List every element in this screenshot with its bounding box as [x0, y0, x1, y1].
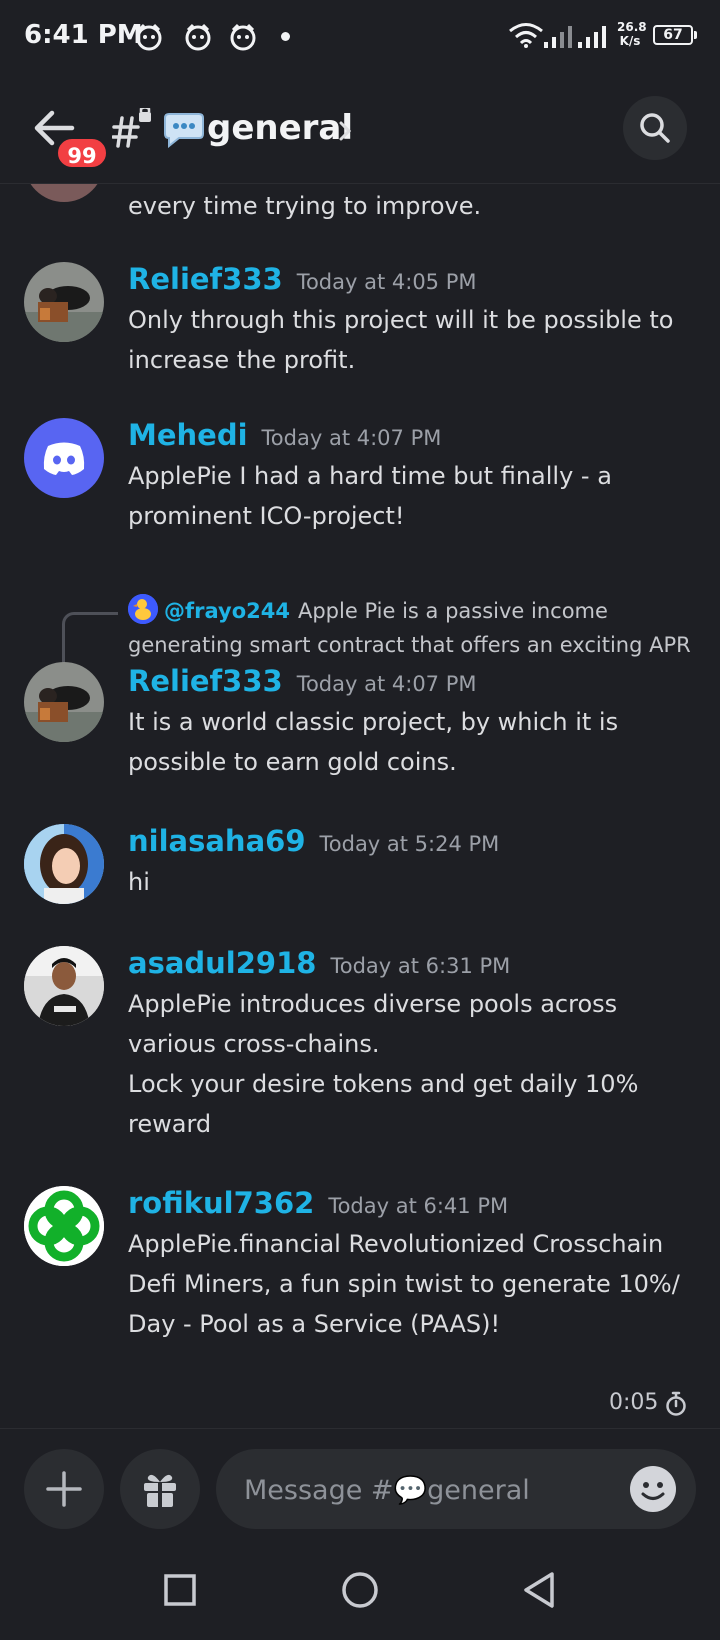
status-bar: 6:41 PM 26.8 K/s 67 [0, 0, 720, 76]
reply-author[interactable]: @frayo244 [164, 599, 290, 623]
reply-avatar [128, 594, 158, 624]
battery-indicator: 67 [653, 25, 697, 45]
message-line: ApplePie introduces diverse pools across… [128, 990, 618, 1058]
message-header: rofikul7362 Today at 6:41 PM [128, 1186, 508, 1220]
wifi-icon [509, 23, 543, 48]
author-name[interactable]: asadul2918 [128, 946, 316, 980]
plus-icon [46, 1471, 82, 1507]
timestamp: Today at 6:31 PM [330, 954, 511, 978]
search-button[interactable] [623, 96, 687, 160]
message-header: Mehedi Today at 4:07 PM [128, 418, 441, 452]
avatar[interactable] [24, 418, 104, 498]
emoji-button[interactable] [630, 1466, 676, 1512]
dog-photo-avatar-icon [24, 262, 104, 342]
channel-header: 99 general [0, 86, 720, 184]
signal-1-icon [544, 26, 572, 48]
message-list[interactable]: every time trying to improve. Relief333 T… [0, 184, 720, 1429]
home-icon[interactable] [338, 1568, 382, 1612]
message-text: It is a world classic project, by which … [128, 708, 619, 776]
author-name[interactable]: Relief333 [128, 262, 283, 296]
unread-badge: 99 [55, 136, 109, 170]
channel-name[interactable]: general [207, 108, 353, 148]
message-header: asadul2918 Today at 6:31 PM [128, 946, 510, 980]
back-triangle-icon[interactable] [518, 1568, 562, 1612]
speech-bubble-icon [164, 113, 204, 148]
message-text: ApplePie.financial Revolutionized Crossc… [128, 1230, 680, 1338]
system-navigation-bar [0, 1540, 720, 1640]
avatar[interactable] [24, 1186, 104, 1266]
app-notification-icon [185, 23, 211, 51]
avatar[interactable] [24, 824, 104, 904]
timestamp: Today at 4:07 PM [261, 426, 442, 450]
smiley-icon [641, 1482, 665, 1500]
message-line: Lock your desire tokens and get daily 10… [128, 1070, 639, 1138]
recent-apps-icon[interactable] [158, 1568, 202, 1612]
avatar[interactable] [24, 662, 104, 742]
stopwatch-icon [666, 1391, 686, 1416]
discord-logo-icon [43, 442, 85, 475]
author-name[interactable]: Mehedi [128, 418, 248, 452]
channel-hash-icon [112, 108, 151, 148]
message-header: Relief333 Today at 4:07 PM [128, 664, 477, 698]
reply-preview[interactable]: @frayo244 Apple Pie is a passive income g… [128, 594, 698, 662]
message-text: Only through this project will it be pos… [128, 306, 674, 374]
network-speed-value: 26.8 [617, 20, 647, 34]
timestamp: Today at 5:24 PM [319, 832, 500, 856]
dog-photo-avatar-icon [24, 662, 104, 742]
add-attachment-button[interactable] [24, 1449, 104, 1529]
message-input-container [216, 1449, 696, 1529]
network-speed-unit: K/s [619, 34, 641, 48]
man-photo-avatar-icon [24, 946, 104, 1026]
message-composer [0, 1428, 720, 1540]
timestamp: Today at 4:05 PM [296, 270, 477, 294]
message-text: hi [128, 868, 150, 896]
timestamp: Today at 4:07 PM [296, 672, 477, 696]
message-text: ApplePie I had a hard time but finally -… [128, 462, 612, 530]
green-flower-logo-icon [24, 1186, 104, 1266]
network-speed: 26.8 K/s [617, 20, 647, 48]
avatar[interactable] [24, 946, 104, 1026]
message-header: nilasaha69 Today at 5:24 PM [128, 824, 499, 858]
author-name[interactable]: rofikul7362 [128, 1186, 314, 1220]
signal-2-icon [578, 26, 606, 48]
author-name[interactable]: Relief333 [128, 664, 283, 698]
chevron-right-icon[interactable] [338, 120, 352, 142]
status-time: 6:41 PM [24, 20, 143, 50]
duck-avatar-icon [128, 594, 158, 624]
avatar[interactable] [24, 262, 104, 342]
slowmode-timer: 0:05 [609, 1390, 659, 1415]
gift-button[interactable] [120, 1449, 200, 1529]
avatar[interactable] [24, 184, 104, 202]
search-icon [640, 113, 670, 143]
message-header: Relief333 Today at 4:05 PM [128, 262, 477, 296]
more-notifications-dot [281, 32, 290, 41]
gift-icon [144, 1474, 176, 1507]
message-text: ApplePie introduces diverse pools across… [128, 984, 688, 1144]
app-notification-icon [136, 23, 162, 51]
timestamp: Today at 6:41 PM [328, 1194, 509, 1218]
message-input[interactable] [242, 1467, 606, 1513]
woman-photo-avatar-icon [24, 824, 104, 904]
app-notification-icon [230, 23, 256, 51]
author-name[interactable]: nilasaha69 [128, 824, 306, 858]
message-text: every time trying to improve. [128, 192, 482, 220]
